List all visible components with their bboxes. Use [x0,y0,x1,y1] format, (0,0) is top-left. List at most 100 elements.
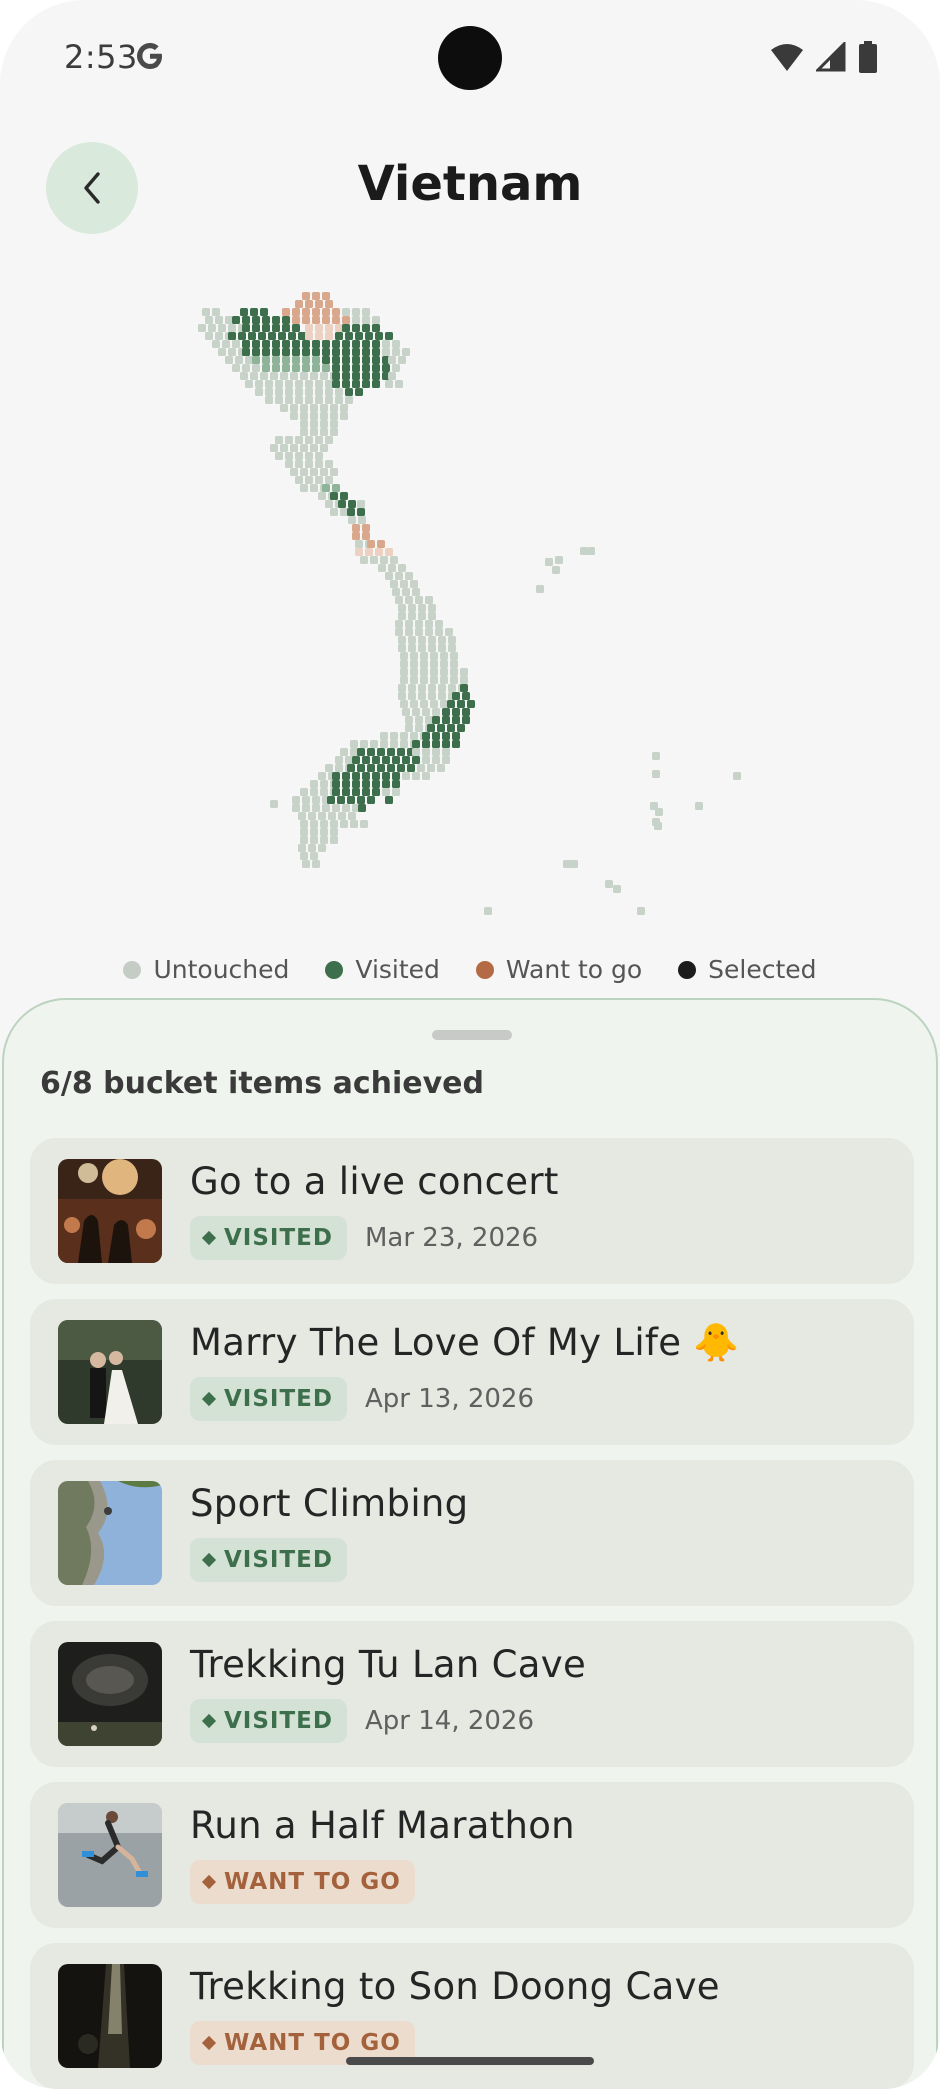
map-dot [362,756,370,764]
legend-label: Want to go [505,955,643,984]
map-dot [392,364,400,372]
bucket-item-title: Run a Half Marathon [190,1804,575,1847]
diamond-icon [201,1552,217,1568]
map-dot [367,748,375,756]
map-dot [310,412,318,420]
map-dot [440,660,448,668]
map-dot [357,748,365,756]
map-dot [325,324,333,332]
map-dot [302,860,310,868]
map-dot [288,332,296,340]
map-dot [357,764,365,772]
bucket-item-card[interactable]: Trekking to Son Doong Cave WANT TO GO [30,1943,914,2089]
vietnam-province-map[interactable] [0,270,940,930]
map-dot [380,732,388,740]
map-dot [382,772,390,780]
map-dot [320,420,328,428]
map-dot [362,356,370,364]
map-dot [342,324,350,332]
map-dot [695,802,703,810]
map-dot [450,668,458,676]
map-dot [312,340,320,348]
bucket-item-card[interactable]: Go to a live concert VISITED Mar 23, 202… [30,1138,914,1284]
map-dot [400,732,408,740]
map-dot [282,340,290,348]
status-chip-label: VISITED [224,1547,333,1573]
map-dot [352,372,360,380]
climbing-thumbnail [58,1481,162,1585]
map-dot [310,820,318,828]
map-dot [300,828,308,836]
map-dot [322,804,330,812]
map-dot [332,308,340,316]
gesture-nav-handle[interactable] [346,2057,594,2065]
map-dot [328,812,336,820]
map-dot [300,836,308,844]
map-dot [275,452,283,460]
bucket-item-card[interactable]: Run a Half Marathon WANT TO GO [30,1782,914,1928]
map-dot [272,348,280,356]
map-dot [322,340,330,348]
map-dot [252,324,260,332]
bucket-item-card[interactable]: Sport Climbing VISITED [30,1460,914,1606]
map-dot [225,356,233,364]
running-thumbnail [58,1803,162,1907]
map-dot [305,388,313,396]
map-dot [428,684,436,692]
map-dot [412,708,420,716]
map-dot [378,564,386,572]
map-dot [270,800,278,808]
map-dot [212,308,220,316]
map-dot [340,412,348,420]
drag-handle[interactable] [432,1030,512,1040]
status-chip-label: WANT TO GO [224,1869,401,1895]
map-dot [280,372,288,380]
bucket-item-card[interactable]: Trekking Tu Lan Cave VISITED Apr 14, 202… [30,1621,914,1767]
map-dot [332,356,340,364]
map-dot [278,332,286,340]
map-dot [362,364,370,372]
map-dot [372,780,380,788]
map-dot [302,316,310,324]
map-dot [460,684,468,692]
map-dot [355,548,363,556]
map-dot [290,404,298,412]
map-dot [418,636,426,644]
map-dot [270,444,278,452]
map-dot [422,756,430,764]
map-dot [292,804,300,812]
map-dot [442,716,450,724]
map-dot [362,524,370,532]
map-dot [410,652,418,660]
map-dot [298,812,306,820]
bucket-list-sheet[interactable]: 6/8 bucket items achieved Go to a live c… [2,998,938,2089]
bucket-item-card[interactable]: Marry The Love Of My Life 🐥 VISITED Apr … [30,1299,914,1445]
map-dot [418,604,426,612]
map-dot [310,420,318,428]
map-dot [325,764,333,772]
map-dot [402,772,410,780]
map-dot [332,364,340,372]
map-dot [418,692,426,700]
map-dot [398,604,406,612]
map-dot [452,740,460,748]
map-dot [302,348,310,356]
map-dot [410,732,418,740]
map-dot [325,436,333,444]
map-dot [305,476,313,484]
map-dot [405,620,413,628]
map-dot [315,380,323,388]
map-dot [382,756,390,764]
map-dot [420,668,428,676]
map-dot [405,628,413,636]
map-dot [318,492,326,500]
map-dot [290,412,298,420]
legend-dot-selected [678,960,697,979]
map-dot [438,684,446,692]
map-dot [280,444,288,452]
map-dot [330,836,338,844]
map-dot [342,380,350,388]
map-dot [345,332,353,340]
map-dot [402,348,410,356]
map-dot [290,372,298,380]
